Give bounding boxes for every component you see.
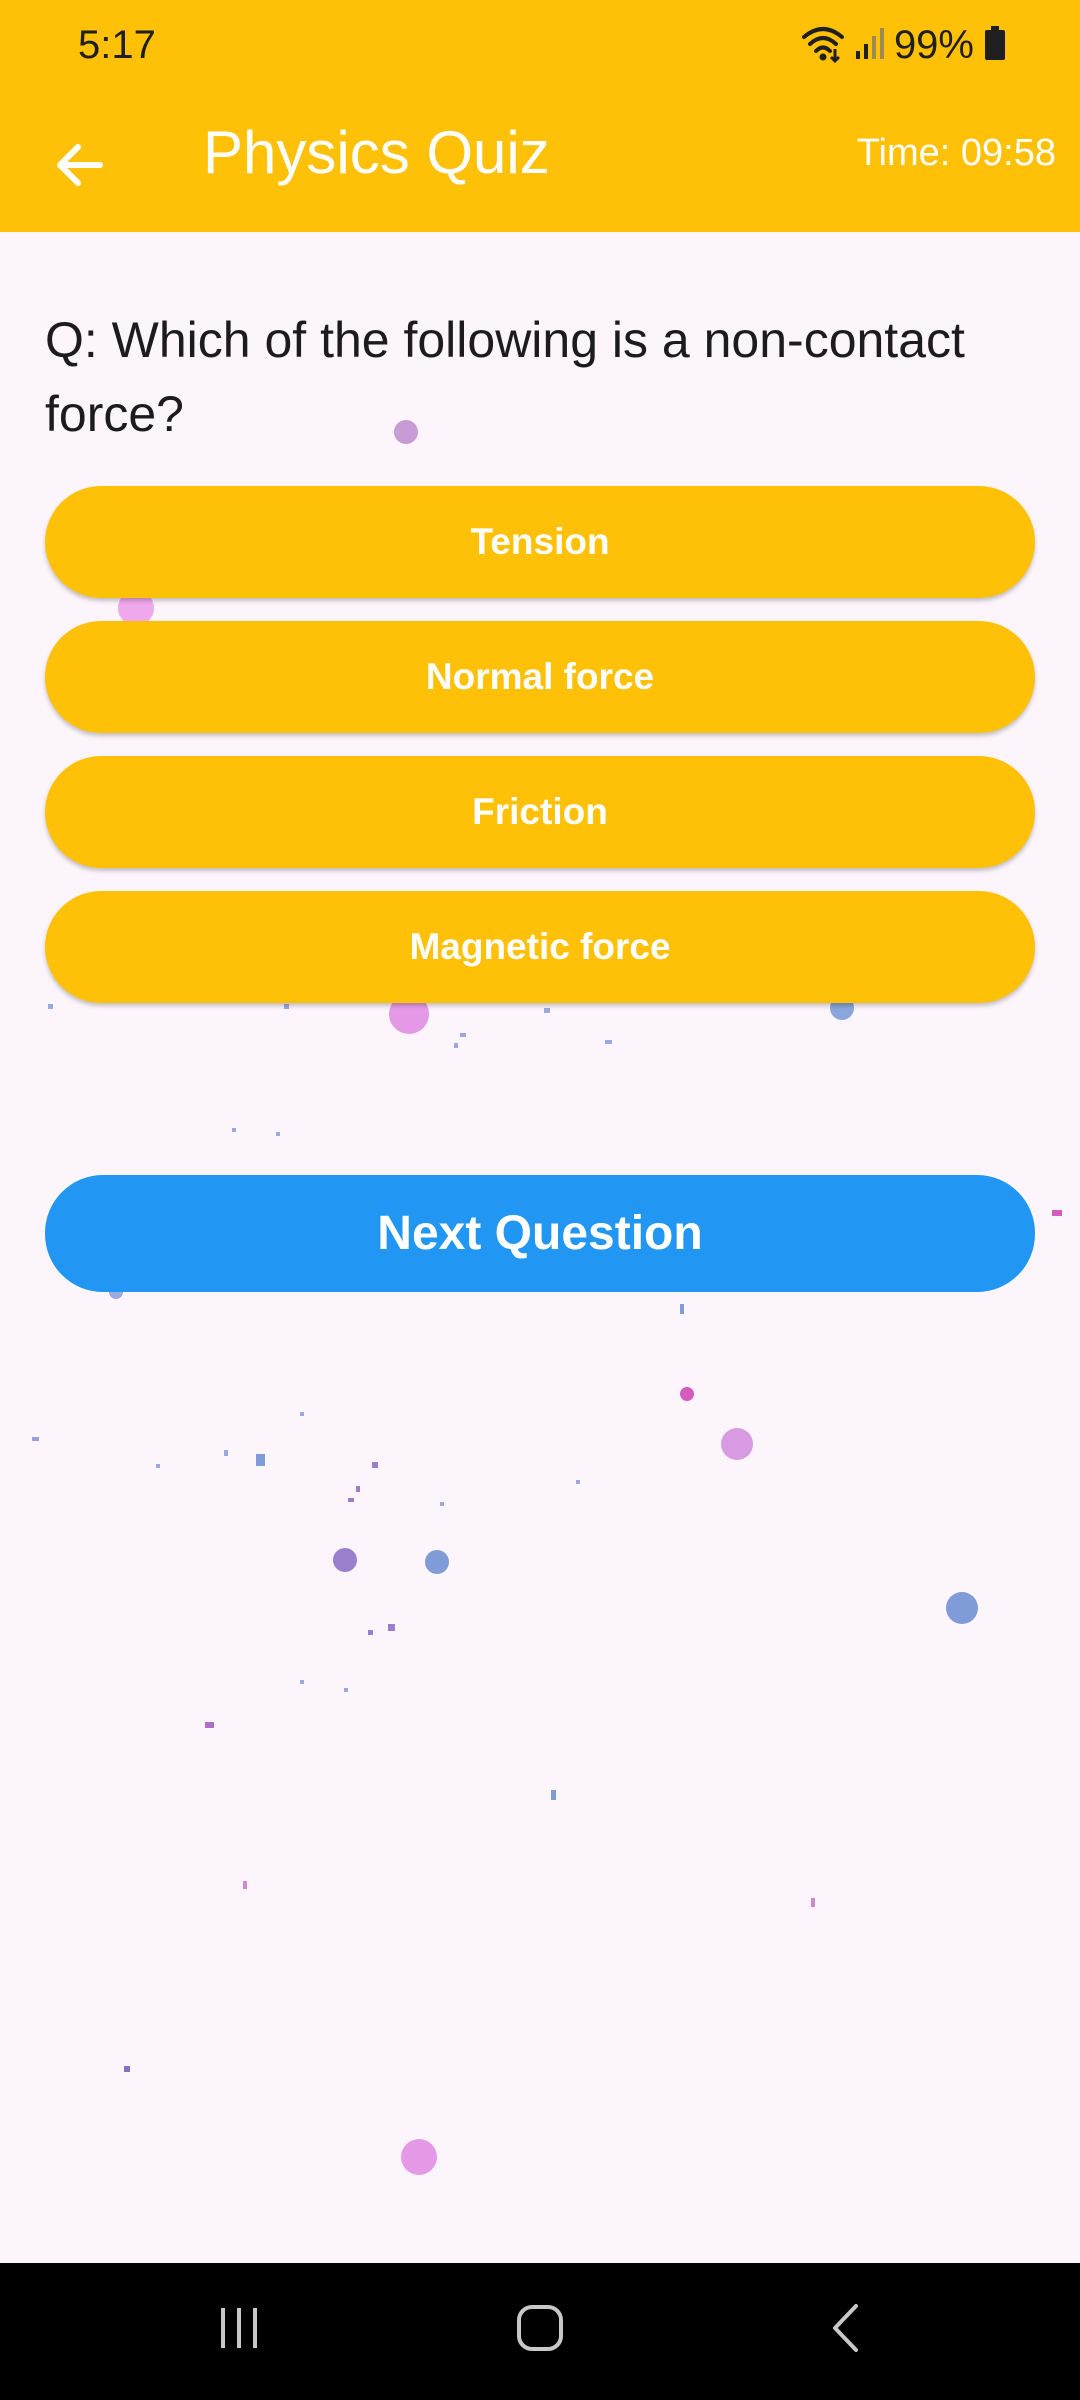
wifi-icon: [801, 23, 844, 68]
particle: [576, 1480, 580, 1484]
particle: [1052, 1210, 1062, 1216]
particle: [680, 1387, 694, 1401]
particle: [300, 1680, 304, 1684]
particle: [946, 1592, 978, 1624]
particle: [32, 1437, 39, 1441]
particle: [205, 1722, 214, 1728]
recent-apps-icon: [217, 2306, 261, 2355]
particle: [401, 2139, 437, 2175]
particle: [368, 1630, 373, 1635]
particle: [243, 1881, 247, 1889]
particle: [224, 1450, 228, 1456]
particle: [440, 1502, 444, 1506]
answer-options: Tension Normal force Friction Magnetic f…: [45, 486, 1035, 1026]
battery-icon: [984, 25, 1006, 65]
back-nav-icon: [830, 2303, 860, 2358]
particle: [333, 1548, 357, 1572]
system-nav-bar: [0, 2263, 1080, 2400]
particle: [156, 1464, 160, 1468]
home-button[interactable]: [485, 2285, 595, 2375]
particle: [605, 1040, 612, 1044]
particle: [551, 1790, 556, 1800]
next-question-button[interactable]: Next Question: [45, 1175, 1035, 1292]
particle: [276, 1132, 280, 1136]
option-button-magnetic-force[interactable]: Magnetic force: [45, 891, 1035, 1003]
timer-label: Time: 09:58: [856, 132, 1056, 174]
home-icon: [516, 2304, 564, 2357]
particle: [425, 1550, 449, 1574]
particle: [344, 1688, 348, 1692]
status-bar: 5:17 99%: [0, 0, 1080, 90]
particle: [811, 1898, 815, 1907]
particle: [348, 1498, 354, 1502]
option-button-friction[interactable]: Friction: [45, 756, 1035, 868]
signal-icon: [854, 25, 884, 66]
arrow-back-icon: [54, 143, 104, 192]
particle: [232, 1128, 236, 1132]
battery-percent: 99%: [893, 23, 974, 67]
recent-apps-button[interactable]: [184, 2285, 294, 2375]
particle: [388, 1624, 395, 1631]
app-bar: Physics Quiz Time: 09:58: [0, 90, 1080, 232]
status-icons: 99%: [801, 20, 1006, 70]
particle: [300, 1412, 304, 1416]
particle: [124, 2066, 130, 2072]
option-button-tension[interactable]: Tension: [45, 486, 1035, 598]
option-button-normal-force[interactable]: Normal force: [45, 621, 1035, 733]
particle: [372, 1462, 378, 1468]
status-time: 5:17: [78, 23, 156, 67]
question-text: Q: Which of the following is a non-conta…: [45, 312, 965, 442]
page-title: Physics Quiz: [203, 119, 550, 186]
particle: [721, 1428, 753, 1460]
particle: [680, 1304, 684, 1314]
system-back-button[interactable]: [790, 2285, 900, 2375]
back-button[interactable]: [40, 128, 118, 206]
particle: [356, 1486, 360, 1492]
particle: [460, 1033, 466, 1037]
particle: [256, 1454, 265, 1466]
particle: [454, 1043, 458, 1048]
